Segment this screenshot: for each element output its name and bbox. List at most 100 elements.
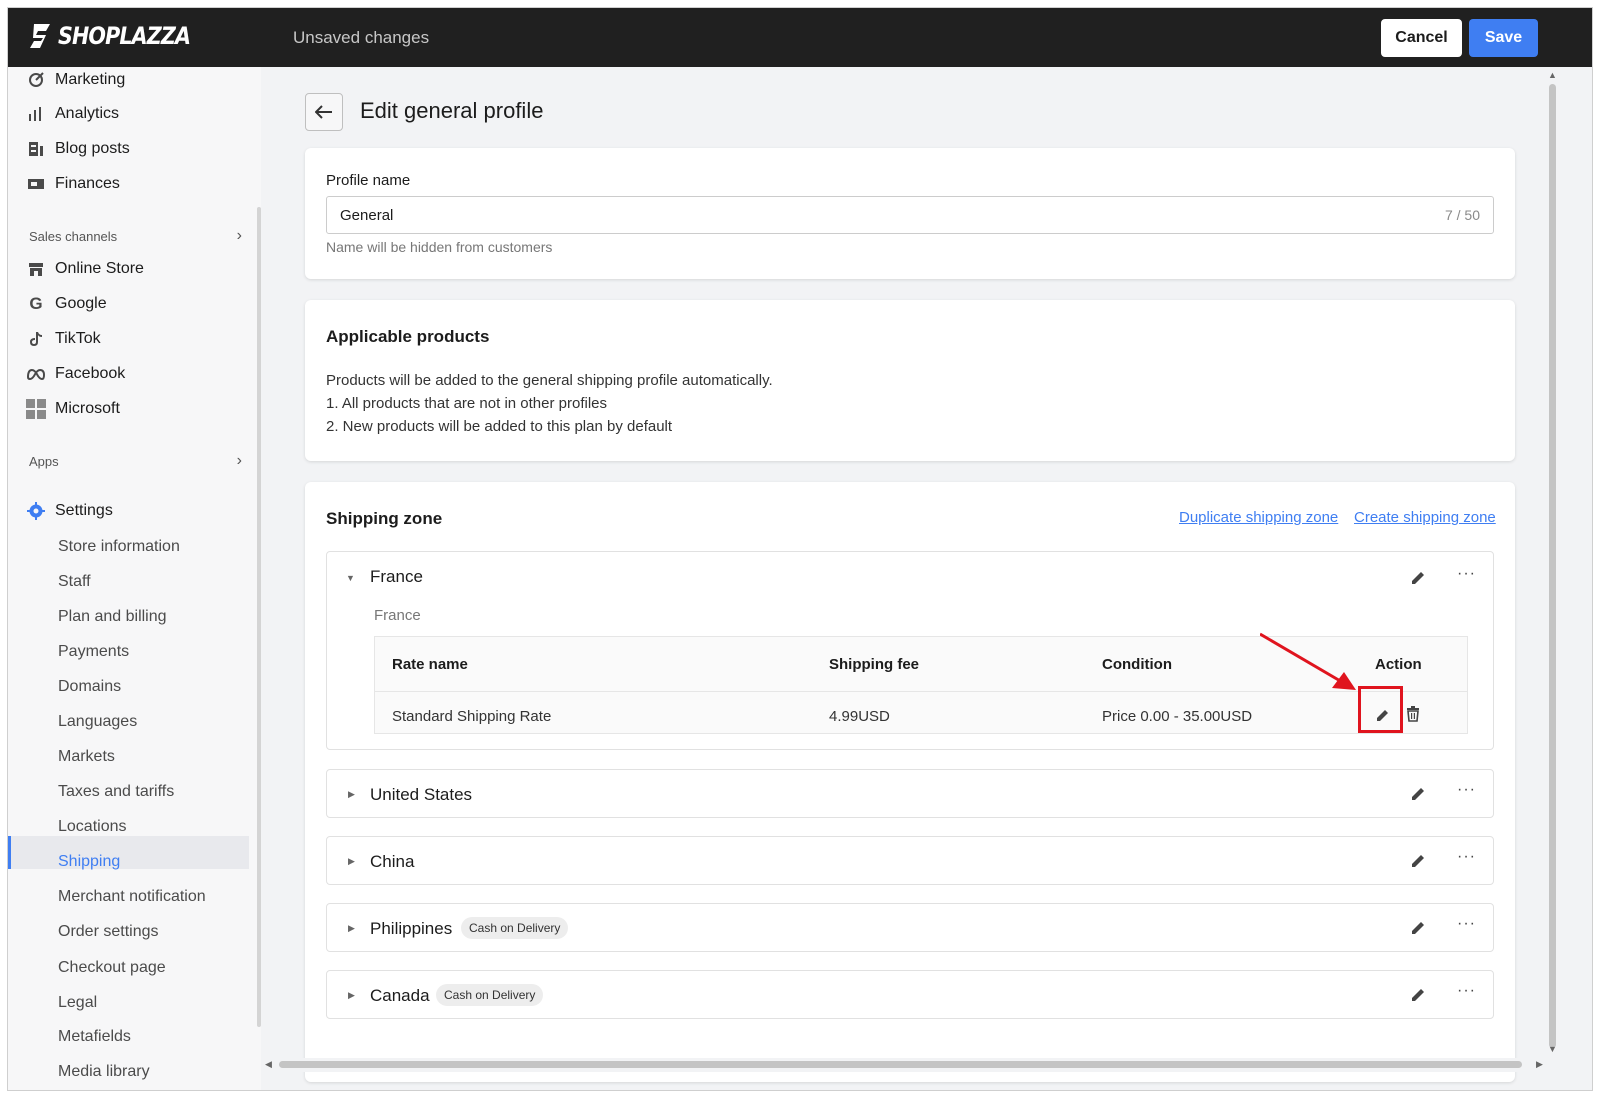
tiktok-icon [26,329,46,349]
applicable-line: Products will be added to the general sh… [326,372,773,389]
sidebar-sub-checkout-page[interactable]: Checkout page [58,953,166,983]
sidebar-item-marketing[interactable]: Marketing [26,67,125,95]
sidebar-sub-plan-and-billing[interactable]: Plan and billing [58,602,167,632]
more-options-icon[interactable]: ··· [1457,915,1477,933]
scroll-right-icon[interactable]: ▶ [1536,1059,1543,1070]
sidebar-sub-store-information[interactable]: Store information [58,532,180,562]
create-shipping-zone-link[interactable]: Create shipping zone [1354,509,1496,526]
duplicate-shipping-zone-link[interactable]: Duplicate shipping zone [1179,509,1338,526]
edit-zone-pencil-icon[interactable] [1409,986,1427,1004]
scroll-down-icon[interactable]: ▼ [1548,1044,1557,1054]
caret-right-icon[interactable]: ▶ [348,990,355,1001]
zone-name[interactable]: Philippines [370,919,452,939]
sidebar-sub-merchant-notification[interactable]: Merchant notification [58,882,206,912]
zone-name[interactable]: China [370,852,414,872]
sidebar-sub-shipping[interactable]: Shipping [58,847,120,877]
zone-name[interactable]: Canada [370,986,430,1006]
caret-right-icon[interactable]: ▶ [348,856,355,867]
top-bar: SHOPLAZZA Unsaved changes Cancel Save [8,8,1592,67]
char-counter: 7 / 50 [1444,207,1480,223]
sales-channels-section[interactable]: Sales channels › [29,227,242,245]
applicable-products-card: Applicable products Products will be add… [305,300,1515,461]
app-window: SHOPLAZZA Unsaved changes Cancel Save Ma… [7,7,1593,1091]
marketing-icon [26,70,46,90]
shipping-zone-card: Shipping zone Duplicate shipping zone Cr… [305,482,1515,1082]
sidebar-item-tiktok[interactable]: TikTok [26,324,101,354]
sidebar-sub-order-settings[interactable]: Order settings [58,917,158,947]
caret-right-icon[interactable]: ▶ [348,789,355,800]
profile-name-hint: Name will be hidden from customers [326,239,553,255]
caret-right-icon[interactable]: ▶ [348,923,355,934]
save-button[interactable]: Save [1469,19,1538,57]
zone-philippines[interactable]: ▶ Philippines Cash on Delivery ··· [326,903,1494,952]
scroll-left-icon[interactable]: ◀ [265,1059,272,1070]
more-options-icon[interactable]: ··· [1457,781,1477,799]
zone-name[interactable]: United States [370,785,472,805]
sidebar-sub-languages[interactable]: Languages [58,707,137,737]
scroll-up-icon[interactable]: ▲ [1548,70,1557,80]
cancel-button[interactable]: Cancel [1381,19,1462,57]
store-icon [26,259,46,279]
col-action: Action [1375,656,1422,673]
chevron-right-icon: › [236,452,242,469]
sidebar-sub-staff[interactable]: Staff [58,567,91,597]
more-options-icon[interactable]: ··· [1457,565,1477,583]
caret-down-icon[interactable]: ▼ [346,573,355,583]
brand-name: SHOPLAZZA [58,22,191,50]
cod-badge: Cash on Delivery [436,984,544,1006]
sidebar-sub-taxes-and-tariffs[interactable]: Taxes and tariffs [58,777,174,807]
sidebar-item-google[interactable]: G Google [26,289,107,319]
horizontal-scroll-thumb[interactable] [279,1061,1522,1068]
apps-section[interactable]: Apps › [29,452,242,470]
brand-logo[interactable]: SHOPLAZZA [28,22,212,50]
edit-zone-pencil-icon[interactable] [1409,852,1427,870]
sidebar-item-settings[interactable]: Settings [26,496,113,526]
sidebar-item-label: Online Store [55,260,144,277]
sidebar-item-label: Blog posts [55,140,130,157]
sidebar-sub-metafields[interactable]: Metafields [58,1022,131,1052]
zone-country-list: France [374,607,421,624]
blog-icon [26,139,46,159]
edit-zone-pencil-icon[interactable] [1409,785,1427,803]
sidebar-sub-markets[interactable]: Markets [58,742,115,772]
applicable-line: 1. All products that are not in other pr… [326,395,607,412]
more-options-icon[interactable]: ··· [1457,848,1477,866]
sidebar-item-microsoft[interactable]: Microsoft [26,394,120,424]
sidebar-item-label: Microsoft [55,400,120,417]
rate-name-cell: Standard Shipping Rate [392,708,552,725]
zone-china[interactable]: ▶ China ··· [326,836,1494,885]
sidebar-item-finances[interactable]: Finances [26,169,120,199]
edit-zone-pencil-icon[interactable] [1409,569,1427,587]
sidebar-item-blog-posts[interactable]: Blog posts [26,134,130,164]
more-options-icon[interactable]: ··· [1457,982,1477,1000]
cod-badge: Cash on Delivery [461,917,569,939]
sidebar-item-facebook[interactable]: Facebook [26,359,125,389]
delete-trash-icon[interactable] [1406,706,1420,722]
sidebar-sub-legal[interactable]: Legal [58,988,97,1018]
sidebar-item-label: Google [55,295,107,312]
zone-canada[interactable]: ▶ Canada Cash on Delivery ··· [326,970,1494,1019]
sidebar-item-label: Analytics [55,105,120,122]
sidebar-item-label: Finances [55,175,120,192]
sidebar-item-analytics[interactable]: Analytics [26,99,119,129]
shipping-zone-title: Shipping zone [326,509,443,528]
applicable-line: 2. New products will be added to this pl… [326,418,673,435]
sidebar-item-online-store[interactable]: Online Store [26,254,144,284]
page-title: Edit general profile [360,98,544,123]
vertical-scroll-thumb[interactable] [1549,84,1556,1048]
unsaved-status: Unsaved changes [293,28,430,47]
sidebar-item-label: Marketing [55,71,126,88]
back-button[interactable] [305,93,343,131]
col-shipping-fee: Shipping fee [829,656,919,673]
sidebar-sub-domains[interactable]: Domains [58,672,121,702]
arrow-left-icon [315,105,332,119]
sidebar-item-label: TikTok [55,330,101,347]
profile-name-input[interactable]: General 7 / 50 [326,196,1494,234]
zone-name[interactable]: France [370,567,423,587]
sidebar-sub-payments[interactable]: Payments [58,637,129,667]
sidebar-sub-media-library[interactable]: Media library [58,1057,150,1087]
zone-united-states[interactable]: ▶ United States ··· [326,769,1494,818]
edit-zone-pencil-icon[interactable] [1409,919,1427,937]
col-condition: Condition [1102,656,1172,673]
sidebar: Marketing Analytics Blog posts Finances … [8,67,261,1090]
